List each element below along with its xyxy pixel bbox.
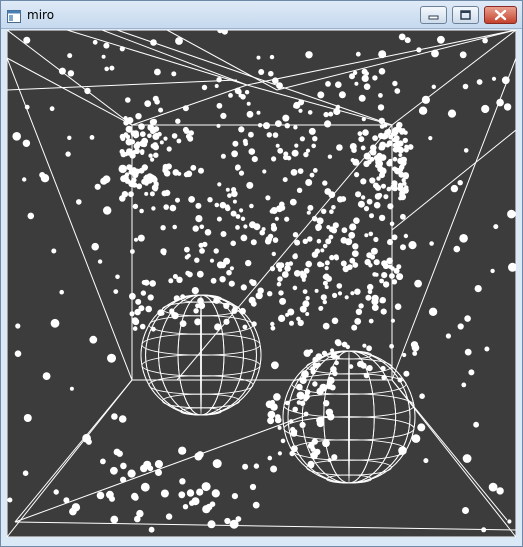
scene-svg bbox=[7, 30, 516, 537]
title-bar[interactable]: miro bbox=[1, 1, 522, 29]
render-canvas[interactable] bbox=[7, 30, 516, 537]
app-icon bbox=[7, 8, 21, 23]
wireframe-lines bbox=[7, 30, 516, 537]
maximize-button[interactable] bbox=[452, 6, 479, 24]
close-button[interactable] bbox=[484, 6, 517, 24]
close-icon bbox=[494, 9, 507, 21]
app-window: miro bbox=[0, 0, 523, 547]
minimize-icon bbox=[428, 15, 439, 20]
window-title: miro bbox=[27, 8, 55, 22]
window-bottom-border bbox=[1, 537, 522, 546]
particles bbox=[7, 30, 516, 533]
maximize-icon bbox=[460, 10, 471, 20]
minimize-button[interactable] bbox=[420, 6, 447, 24]
